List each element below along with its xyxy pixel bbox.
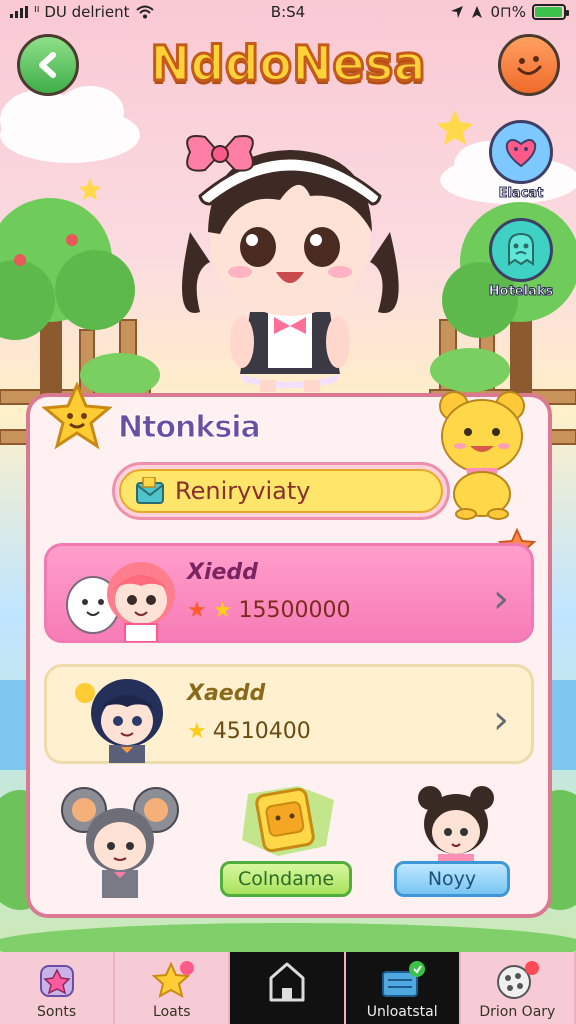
star-badge-icon bbox=[39, 965, 74, 997]
wifi-icon bbox=[135, 5, 154, 19]
shooting-star-icon bbox=[151, 961, 194, 998]
search-value: Reniryviaty bbox=[175, 477, 311, 505]
nav-label-unloatstal: Unloatstal bbox=[366, 1004, 438, 1020]
signal-icon bbox=[10, 6, 28, 18]
carrier-text: ᴵᴵ DU delrient bbox=[34, 3, 130, 21]
navigation-icon bbox=[472, 6, 483, 18]
status-left: ᴵᴵ DU delrient bbox=[10, 3, 154, 21]
star-mascot-icon bbox=[42, 382, 112, 450]
star-red-icon: ★ bbox=[187, 598, 207, 623]
side-button-hotelaks-label: Hotelaks bbox=[488, 284, 554, 300]
bottom-nav: Sonts Loats Unloatstal Drion Oary bbox=[0, 952, 576, 1024]
green-action-button[interactable]: Colndame bbox=[220, 861, 352, 897]
status-bar: ᴵᴵ DU delrient B:S4 0⊓% bbox=[0, 0, 576, 24]
battery-fill bbox=[535, 7, 562, 17]
nav-label-loats: Loats bbox=[153, 1004, 191, 1020]
battery-text: 0⊓% bbox=[490, 3, 526, 21]
search-field[interactable]: Reniryviaty bbox=[112, 462, 450, 520]
heart-face-icon bbox=[505, 139, 537, 168]
list-item-1-score-row: ★ ★ 15500000 bbox=[187, 598, 350, 623]
list-item-2-score: 4510400 bbox=[212, 719, 311, 744]
avatar-navy-girl bbox=[75, 679, 163, 763]
nav-item-unloatstal[interactable]: Unloatstal bbox=[345, 952, 461, 1024]
search-field-inner: Reniryviaty bbox=[119, 469, 443, 513]
blue-action-button[interactable]: Noyy bbox=[394, 861, 510, 897]
nav-item-loats[interactable]: Loats bbox=[115, 952, 231, 1024]
status-right: 0⊓% bbox=[450, 3, 569, 21]
app-title: NddoNesa bbox=[149, 35, 428, 94]
character-illustration bbox=[182, 135, 399, 392]
toast-sticker-icon bbox=[242, 786, 334, 856]
list-item-2-score-row: ★ 4510400 bbox=[187, 719, 311, 744]
gamepad-icon bbox=[497, 961, 540, 999]
chevron-right-icon: › bbox=[493, 697, 509, 743]
side-button-elacat-circle bbox=[489, 120, 553, 184]
ghost-icon bbox=[508, 232, 534, 266]
list-item-2-name: Xaedd bbox=[187, 681, 266, 706]
star-gold-icon: ★ bbox=[187, 719, 207, 744]
list-item-2[interactable]: Xaedd ★ 4510400 › bbox=[44, 664, 534, 764]
inbox-icon bbox=[382, 961, 426, 997]
happy-face-icon bbox=[517, 56, 542, 75]
list-item-1-score: 15500000 bbox=[238, 598, 351, 623]
nav-item-sonts[interactable]: Sonts bbox=[0, 952, 116, 1024]
battery-icon bbox=[532, 4, 569, 20]
side-button-elacat[interactable]: Elacat bbox=[486, 120, 556, 202]
side-button-hotelaks[interactable]: Hotelaks bbox=[486, 218, 556, 300]
home-icon bbox=[269, 962, 305, 1002]
list-item-1-name: Xiedd bbox=[187, 560, 258, 585]
envelope-icon bbox=[136, 477, 164, 504]
bear-mascot-icon bbox=[439, 391, 525, 520]
mouse-character-illustration bbox=[61, 787, 179, 898]
avatar-pink-girl bbox=[66, 562, 175, 642]
nav-item-drion-oary[interactable]: Drion Oary bbox=[460, 952, 576, 1024]
back-arrow-icon bbox=[39, 52, 56, 78]
chevron-right-icon: › bbox=[493, 576, 509, 622]
star-gold-icon: ★ bbox=[212, 598, 233, 623]
nav-label-drion-oary: Drion Oary bbox=[479, 1004, 556, 1020]
nav-item-home[interactable] bbox=[230, 952, 346, 1024]
list-item-1[interactable]: Xiedd ★ ★ 15500000 › bbox=[44, 543, 534, 643]
side-button-elacat-label: Elacat bbox=[498, 186, 544, 202]
side-button-hotelaks-circle bbox=[489, 218, 553, 282]
profile-button[interactable] bbox=[498, 34, 560, 96]
back-button[interactable] bbox=[17, 34, 79, 96]
nav-label-sonts: Sonts bbox=[37, 1004, 77, 1020]
card-title: Ntonksia bbox=[118, 410, 262, 446]
location-icon bbox=[451, 6, 464, 18]
bun-girl-character-illustration bbox=[418, 786, 494, 864]
